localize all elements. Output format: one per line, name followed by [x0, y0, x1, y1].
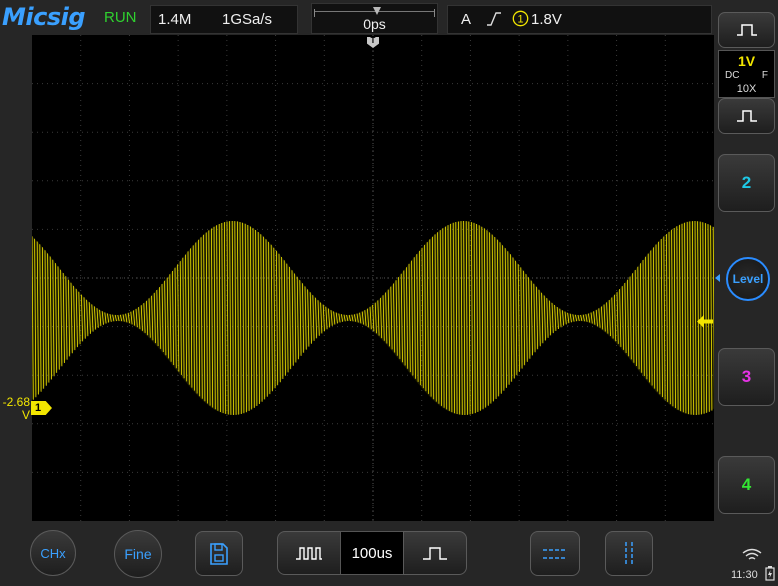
trigger-source: 1 [517, 14, 523, 26]
trigger-info[interactable]: A 1 1.8V [447, 5, 712, 34]
horizontal-cursor-icon [543, 548, 567, 559]
save-icon [210, 542, 228, 565]
rising-edge-icon [486, 10, 502, 32]
memory-depth: 1.4M [158, 11, 192, 28]
level-pointer-icon [715, 274, 720, 282]
trigger-level-value: 1.8V [531, 11, 562, 28]
ch1-offset-label: -2.68 V [0, 396, 30, 422]
waveform-display[interactable] [31, 35, 715, 521]
trigger-source-icon: 1 [512, 10, 529, 31]
trigger-mode: A [461, 11, 472, 28]
waveform-canvas [31, 35, 715, 521]
chx-button[interactable]: CHx [30, 530, 76, 576]
timebase-increase-button[interactable] [403, 531, 467, 575]
wifi-icon [742, 548, 762, 567]
battery-icon [765, 566, 775, 586]
horizontal-delay-value: 0ps [363, 16, 386, 32]
run-stop-status[interactable]: RUN [104, 9, 137, 26]
ch1-offset-unit: V [21, 408, 30, 422]
ch3-button[interactable]: 3 [718, 348, 775, 406]
ch1-bandwidth: F [761, 70, 768, 81]
vertical-cursor-button[interactable] [605, 531, 653, 576]
horizontal-delay-display[interactable]: 0ps [311, 3, 438, 34]
graticule [32, 35, 714, 521]
single-pulse-icon [423, 547, 447, 560]
horizontal-cursor-button[interactable] [530, 531, 580, 576]
ch1-coupling: DC [725, 70, 740, 81]
level-knob[interactable]: Level [726, 257, 770, 301]
fine-button[interactable]: Fine [114, 530, 162, 578]
timebase-value[interactable]: 100us [340, 531, 404, 575]
delay-position-icon [373, 7, 381, 15]
ch1-scale-down-button[interactable] [718, 98, 775, 134]
pulse-narrow-icon [736, 110, 757, 122]
pulse-wide-icon [736, 24, 757, 36]
vertical-cursor-icon [625, 541, 633, 566]
ch1-scale-up-button[interactable] [718, 12, 775, 48]
clock: 11:30 [731, 569, 758, 581]
ch2-button[interactable]: 2 [718, 154, 775, 212]
trigger-level-marker[interactable] [697, 315, 713, 328]
ch1-scale: 1V [737, 53, 756, 69]
multi-pulse-icon [296, 547, 322, 560]
ch1-probe: 10X [736, 83, 757, 95]
acquisition-info[interactable]: 1.4M 1GSa/s [150, 5, 298, 34]
micsig-logo: Micsig [2, 3, 86, 31]
save-button[interactable] [195, 531, 243, 576]
ch1-settings[interactable]: 1V DC F 10X [718, 50, 775, 98]
timebase-decrease-button[interactable] [277, 531, 341, 575]
sample-rate: 1GSa/s [222, 11, 273, 28]
delay-bar [314, 7, 435, 17]
ch4-button[interactable]: 4 [718, 456, 775, 514]
